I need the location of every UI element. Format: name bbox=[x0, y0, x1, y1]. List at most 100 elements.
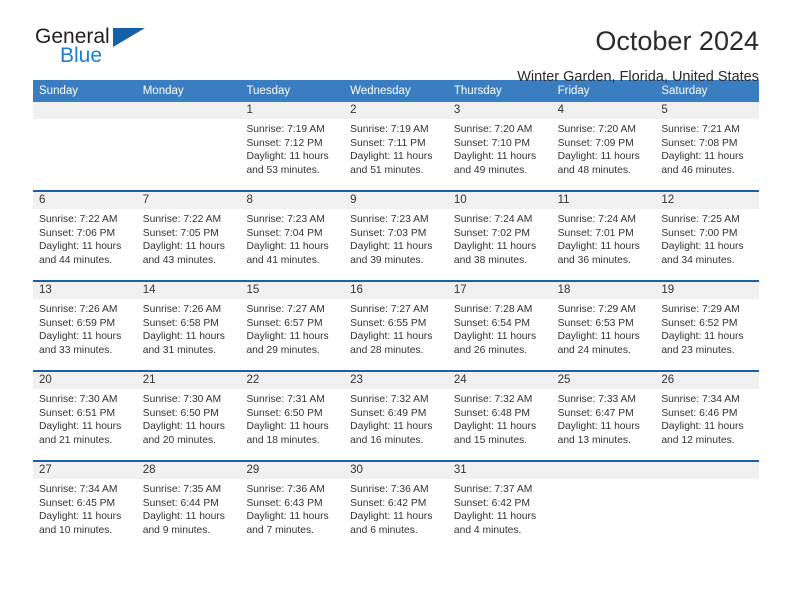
day-cell[interactable]: 26 Sunrise: 7:34 AM Sunset: 6:46 PM Dayligh… bbox=[655, 372, 760, 460]
daylight-text-line2: and 28 minutes. bbox=[350, 344, 424, 356]
day-cell-empty bbox=[655, 462, 760, 550]
sunset-text: Sunset: 6:55 PM bbox=[350, 317, 427, 329]
sunrise-text: Sunrise: 7:24 AM bbox=[557, 214, 637, 225]
day-number: 6 bbox=[33, 192, 137, 209]
day-cell[interactable]: 23 Sunrise: 7:32 AM Sunset: 6:49 PM Dayligh… bbox=[344, 372, 448, 460]
day-cell[interactable]: 16 Sunrise: 7:27 AM Sunset: 6:55 PM Dayligh… bbox=[344, 282, 448, 370]
daylight-text-line2: and 29 minutes. bbox=[246, 344, 320, 356]
day-cell[interactable]: 30 Sunrise: 7:36 AM Sunset: 6:42 PM Dayligh… bbox=[344, 462, 448, 550]
day-cell[interactable]: 24 Sunrise: 7:32 AM Sunset: 6:48 PM Dayligh… bbox=[447, 372, 552, 460]
day-cell[interactable]: 8 Sunrise: 7:23 AM Sunset: 7:04 PM Daylight… bbox=[240, 192, 345, 280]
sunset-text: Sunset: 7:09 PM bbox=[557, 137, 634, 149]
sunrise-text: Sunrise: 7:22 AM bbox=[39, 214, 118, 225]
day-number: 17 bbox=[447, 282, 552, 299]
sunset-text: Sunset: 6:50 PM bbox=[246, 407, 323, 419]
daylight-text-line2: and 16 minutes. bbox=[350, 434, 424, 446]
day-details: Sunrise: 7:34 AM Sunset: 6:46 PM Daylight:… bbox=[655, 389, 759, 447]
sunset-text: Sunset: 6:42 PM bbox=[453, 497, 531, 509]
day-cell[interactable]: 4 Sunrise: 7:20 AM Sunset: 7:09 PM Daylight… bbox=[551, 102, 656, 190]
day-cell[interactable]: 22 Sunrise: 7:31 AM Sunset: 6:50 PM Dayligh… bbox=[240, 372, 345, 460]
sunrise-text: Sunrise: 7:29 AM bbox=[661, 304, 740, 315]
day-cell[interactable]: 19 Sunrise: 7:29 AM Sunset: 6:52 PM Dayligh… bbox=[655, 282, 760, 370]
day-cell[interactable]: 2 Sunrise: 7:19 AM Sunset: 7:11 PM Daylight… bbox=[344, 102, 448, 190]
day-details: Sunrise: 7:22 AM Sunset: 7:05 PM Daylight:… bbox=[137, 209, 241, 267]
day-cell[interactable]: 7 Sunrise: 7:22 AM Sunset: 7:05 PM Daylight… bbox=[136, 192, 241, 280]
day-details: Sunrise: 7:24 AM Sunset: 7:02 PM Daylight:… bbox=[448, 209, 552, 267]
day-number: 11 bbox=[551, 192, 656, 209]
day-cell[interactable]: 13 Sunrise: 7:26 AM Sunset: 6:59 PM Dayligh… bbox=[33, 282, 137, 370]
calendar-week-cells: 6 Sunrise: 7:22 AM Sunset: 7:06 PM Daylight… bbox=[33, 192, 760, 280]
daylight-text-line2: and 18 minutes. bbox=[246, 434, 320, 446]
day-cell[interactable]: 25 Sunrise: 7:33 AM Sunset: 6:47 PM Dayligh… bbox=[551, 372, 656, 460]
day-cell[interactable]: 5 Sunrise: 7:21 AM Sunset: 7:08 PM Daylight… bbox=[655, 102, 760, 190]
day-number: 29 bbox=[240, 462, 345, 479]
daylight-text-line2: and 39 minutes. bbox=[350, 254, 424, 266]
day-number: 26 bbox=[655, 372, 760, 389]
day-number: 16 bbox=[344, 282, 448, 299]
logo-text-blue: Blue bbox=[60, 44, 103, 67]
day-number: 24 bbox=[447, 372, 552, 389]
daylight-text-line1: Daylight: 11 hours bbox=[142, 421, 225, 433]
day-details: Sunrise: 7:24 AM Sunset: 7:01 PM Daylight:… bbox=[552, 209, 656, 267]
sunset-text: Sunset: 7:00 PM bbox=[661, 227, 738, 239]
weekday-header-wednesday: Wednesday bbox=[350, 85, 411, 97]
daylight-text-line2: and 4 minutes. bbox=[453, 524, 522, 536]
daylight-text-line1: Daylight: 11 hours bbox=[661, 421, 744, 433]
day-cell[interactable]: 20 Sunrise: 7:30 AM Sunset: 6:51 PM Dayligh… bbox=[33, 372, 137, 460]
daylight-text-line1: Daylight: 11 hours bbox=[39, 241, 122, 253]
sunrise-text: Sunrise: 7:30 AM bbox=[142, 394, 222, 405]
day-cell[interactable]: 15 Sunrise: 7:27 AM Sunset: 6:57 PM Dayligh… bbox=[240, 282, 345, 370]
sunset-text: Sunset: 7:10 PM bbox=[453, 137, 531, 149]
sunrise-text: Sunrise: 7:23 AM bbox=[246, 214, 325, 225]
daylight-text-line1: Daylight: 11 hours bbox=[350, 331, 433, 343]
day-cell[interactable]: 6 Sunrise: 7:22 AM Sunset: 7:06 PM Daylight… bbox=[33, 192, 137, 280]
calendar-week-row: 13 Sunrise: 7:26 AM Sunset: 6:59 PM Dayligh… bbox=[33, 280, 760, 370]
day-cell[interactable]: 1 Sunrise: 7:19 AM Sunset: 7:12 PM Daylight… bbox=[240, 102, 345, 190]
sunset-text: Sunset: 6:44 PM bbox=[142, 497, 219, 509]
sunset-text: Sunset: 6:47 PM bbox=[557, 407, 634, 419]
daylight-text-line2: and 21 minutes. bbox=[39, 434, 113, 446]
page-title: October 2024 bbox=[595, 26, 759, 56]
daylight-text-line1: Daylight: 11 hours bbox=[557, 151, 640, 163]
daylight-text-line2: and 24 minutes. bbox=[557, 344, 631, 356]
sunrise-text: Sunrise: 7:25 AM bbox=[661, 214, 740, 225]
sunset-text: Sunset: 6:42 PM bbox=[350, 497, 427, 509]
day-cell[interactable]: 31 Sunrise: 7:37 AM Sunset: 6:42 PM Dayligh… bbox=[447, 462, 552, 550]
sunrise-text: Sunrise: 7:20 AM bbox=[557, 124, 637, 135]
day-cell[interactable]: 17 Sunrise: 7:28 AM Sunset: 6:54 PM Dayligh… bbox=[447, 282, 552, 370]
sunrise-text: Sunrise: 7:26 AM bbox=[39, 304, 118, 315]
daylight-text-line2: and 44 minutes. bbox=[39, 254, 113, 266]
day-cell[interactable]: 11 Sunrise: 7:24 AM Sunset: 7:01 PM Dayligh… bbox=[551, 192, 656, 280]
day-details: Sunrise: 7:26 AM Sunset: 6:59 PM Daylight:… bbox=[33, 299, 137, 357]
day-details: Sunrise: 7:22 AM Sunset: 7:06 PM Daylight:… bbox=[33, 209, 137, 267]
day-cell[interactable]: 9 Sunrise: 7:23 AM Sunset: 7:03 PM Daylight… bbox=[344, 192, 448, 280]
sunrise-text: Sunrise: 7:27 AM bbox=[246, 304, 325, 315]
day-number: 12 bbox=[655, 192, 760, 209]
daylight-text-line1: Daylight: 11 hours bbox=[142, 331, 225, 343]
day-cell[interactable]: 29 Sunrise: 7:36 AM Sunset: 6:43 PM Dayligh… bbox=[240, 462, 345, 550]
day-details: Sunrise: 7:30 AM Sunset: 6:51 PM Daylight:… bbox=[33, 389, 137, 447]
day-cell[interactable]: 21 Sunrise: 7:30 AM Sunset: 6:50 PM Dayligh… bbox=[136, 372, 241, 460]
daylight-text-line2: and 41 minutes. bbox=[246, 254, 320, 266]
day-cell[interactable]: 18 Sunrise: 7:29 AM Sunset: 6:53 PM Dayligh… bbox=[551, 282, 656, 370]
day-cell[interactable]: 14 Sunrise: 7:26 AM Sunset: 6:58 PM Dayligh… bbox=[136, 282, 241, 370]
calendar-page: General Blue October 2024 Winter Garden,… bbox=[0, 0, 792, 612]
day-cell[interactable]: 3 Sunrise: 7:20 AM Sunset: 7:10 PM Daylight… bbox=[447, 102, 552, 190]
day-details: Sunrise: 7:37 AM Sunset: 6:42 PM Daylight:… bbox=[448, 479, 552, 537]
day-details: Sunrise: 7:30 AM Sunset: 6:50 PM Daylight:… bbox=[137, 389, 241, 447]
day-cell-empty bbox=[551, 462, 656, 550]
day-cell[interactable]: 28 Sunrise: 7:35 AM Sunset: 6:44 PM Dayligh… bbox=[136, 462, 241, 550]
day-cell[interactable]: 27 Sunrise: 7:34 AM Sunset: 6:45 PM Dayligh… bbox=[33, 462, 137, 550]
calendar-week-cells: 20 Sunrise: 7:30 AM Sunset: 6:51 PM Dayligh… bbox=[33, 372, 760, 460]
day-number: 18 bbox=[551, 282, 656, 299]
day-cell[interactable]: 10 Sunrise: 7:24 AM Sunset: 7:02 PM Dayligh… bbox=[447, 192, 552, 280]
daylight-text-line1: Daylight: 11 hours bbox=[39, 331, 122, 343]
sunset-text: Sunset: 7:08 PM bbox=[661, 137, 738, 149]
logo-triangle-icon bbox=[113, 28, 145, 47]
daylight-text-line2: and 33 minutes. bbox=[39, 344, 113, 356]
day-details: Sunrise: 7:33 AM Sunset: 6:47 PM Daylight:… bbox=[552, 389, 656, 447]
day-details: Sunrise: 7:29 AM Sunset: 6:53 PM Daylight:… bbox=[552, 299, 656, 357]
day-cell[interactable]: 12 Sunrise: 7:25 AM Sunset: 7:00 PM Dayligh… bbox=[655, 192, 760, 280]
general-blue-logo[interactable]: General Blue bbox=[33, 25, 153, 73]
page-header: General Blue October 2024 Winter Garden,… bbox=[33, 0, 759, 85]
